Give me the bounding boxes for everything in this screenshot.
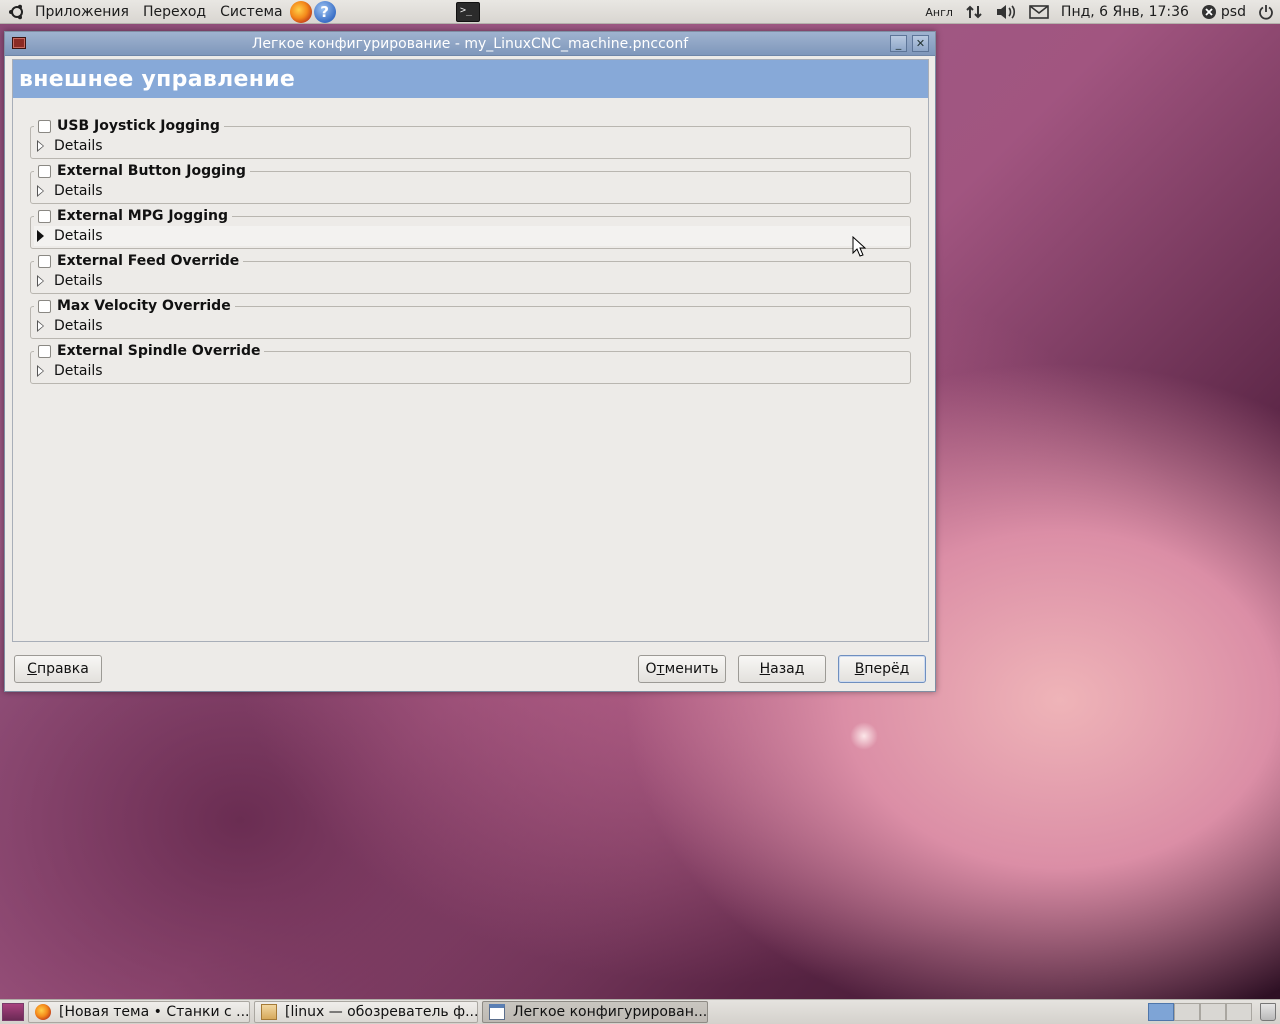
menu-places[interactable]: Переход <box>136 0 213 24</box>
taskbar-item-pncconf[interactable]: Легкое конфигурирован... <box>482 1001 708 1023</box>
workspace-4[interactable] <box>1226 1003 1252 1021</box>
max-velocity-checkbox[interactable] <box>38 299 51 313</box>
pncconf-window: Легкое конфигурирование - my_LinuxCNC_ma… <box>4 31 936 692</box>
user-status-icon <box>1201 5 1216 19</box>
window-icon <box>489 1004 505 1020</box>
group-legend: External MPG Jogging <box>34 206 232 226</box>
details-expander[interactable]: Details <box>34 316 910 336</box>
window-menu-icon[interactable] <box>12 37 26 49</box>
terminal-icon[interactable]: >_ <box>456 2 480 22</box>
menu-system[interactable]: Система <box>213 0 289 24</box>
window-titlebar[interactable]: Легкое конфигурирование - my_LinuxCNC_ma… <box>5 32 935 56</box>
cancel-button[interactable]: От менить <box>638 655 726 683</box>
menu-applications[interactable]: Приложения <box>28 0 136 24</box>
details-expander[interactable]: Details <box>34 181 910 201</box>
group-external-mpg-jogging: External MPG Jogging Details <box>30 206 911 249</box>
details-expander[interactable]: Details <box>34 271 910 291</box>
help-button[interactable]: Справка <box>14 655 102 683</box>
group-usb-joystick-jogging: USB Joystick Jogging Details <box>30 116 911 159</box>
workspace-2[interactable] <box>1174 1003 1200 1021</box>
details-label: Details <box>54 183 103 199</box>
wallpaper-glow <box>850 722 878 750</box>
page-title: внешнее управление <box>13 60 928 98</box>
external-mpg-checkbox[interactable] <box>38 209 51 223</box>
group-title: USB Joystick Jogging <box>57 118 220 134</box>
group-legend: External Spindle Override <box>34 341 265 361</box>
minimize-button[interactable]: _ <box>890 35 907 52</box>
details-expander[interactable]: Details <box>34 136 910 156</box>
group-max-velocity-override: Max Velocity Override Details <box>30 296 911 339</box>
external-spindle-checkbox[interactable] <box>38 344 51 358</box>
show-desktop-icon[interactable] <box>2 1003 24 1021</box>
details-label: Details <box>54 318 103 334</box>
group-external-spindle-override: External Spindle Override Details <box>30 341 911 384</box>
group-title: External Feed Override <box>57 253 240 269</box>
details-label: Details <box>54 138 103 154</box>
workspace-switcher <box>1148 1003 1252 1021</box>
mail-icon[interactable] <box>1023 0 1055 24</box>
details-label: Details <box>54 273 103 289</box>
details-label: Details <box>54 228 103 244</box>
group-title: External MPG Jogging <box>57 208 228 224</box>
group-external-feed-override: External Feed Override Details <box>30 251 911 294</box>
page-content: внешнее управление USB Joystick Jogging … <box>12 59 929 642</box>
expander-arrow-icon <box>37 320 44 332</box>
back-button[interactable]: Назад <box>738 655 826 683</box>
expander-arrow-icon <box>37 275 44 287</box>
external-button-checkbox[interactable] <box>38 164 51 178</box>
folder-icon <box>261 1004 277 1020</box>
top-panel: Приложения Переход Система ? >_ Англ Пнд… <box>0 0 1280 24</box>
group-title: External Spindle Override <box>57 343 261 359</box>
details-expander[interactable]: Details <box>34 226 910 246</box>
power-icon[interactable] <box>1252 0 1280 24</box>
group-legend: USB Joystick Jogging <box>34 116 224 136</box>
details-expander[interactable]: Details <box>34 361 910 381</box>
expander-arrow-icon <box>37 140 44 152</box>
keyboard-layout-indicator[interactable]: Англ <box>919 0 959 24</box>
taskbar-item-firefox[interactable]: [Новая тема • Станки с ... <box>28 1001 250 1023</box>
close-button[interactable]: ✕ <box>912 35 929 52</box>
taskbar-item-file-browser[interactable]: [linux — обозреватель ф... <box>254 1001 478 1023</box>
expander-arrow-icon <box>37 230 44 242</box>
volume-icon[interactable] <box>989 0 1023 24</box>
workspace-1[interactable] <box>1148 1003 1174 1021</box>
ubuntu-logo-icon[interactable] <box>8 3 26 21</box>
bottom-panel: [Новая тема • Станки с ... [linux — обоз… <box>0 999 1280 1024</box>
expander-arrow-icon <box>37 185 44 197</box>
usb-joystick-checkbox[interactable] <box>38 119 51 133</box>
expander-arrow-icon <box>37 365 44 377</box>
mouse-cursor-icon <box>852 236 866 257</box>
user-menu[interactable]: psd <box>1195 0 1252 24</box>
group-legend: Max Velocity Override <box>34 296 235 316</box>
clock[interactable]: Пнд, 6 Янв, 17:36 <box>1055 0 1195 24</box>
group-legend: External Feed Override <box>34 251 244 271</box>
external-feed-checkbox[interactable] <box>38 254 51 268</box>
window-title: Легкое конфигурирование - my_LinuxCNC_ma… <box>251 35 689 52</box>
forward-button[interactable]: Вперёд <box>838 655 926 683</box>
firefox-icon <box>35 1004 51 1020</box>
group-title: External Button Jogging <box>57 163 246 179</box>
group-legend: External Button Jogging <box>34 161 250 181</box>
user-name: psd <box>1220 4 1246 20</box>
firefox-icon[interactable] <box>289 0 312 23</box>
group-title: Max Velocity Override <box>57 298 231 314</box>
group-external-button-jogging: External Button Jogging Details <box>30 161 911 204</box>
workspace-3[interactable] <box>1200 1003 1226 1021</box>
details-label: Details <box>54 363 103 379</box>
help-icon[interactable]: ? <box>313 0 336 23</box>
top-panel-tray: Англ Пнд, 6 Янв, 17:36 psd <box>919 0 1280 24</box>
network-icon[interactable] <box>959 0 989 24</box>
trash-icon[interactable] <box>1260 1003 1276 1021</box>
